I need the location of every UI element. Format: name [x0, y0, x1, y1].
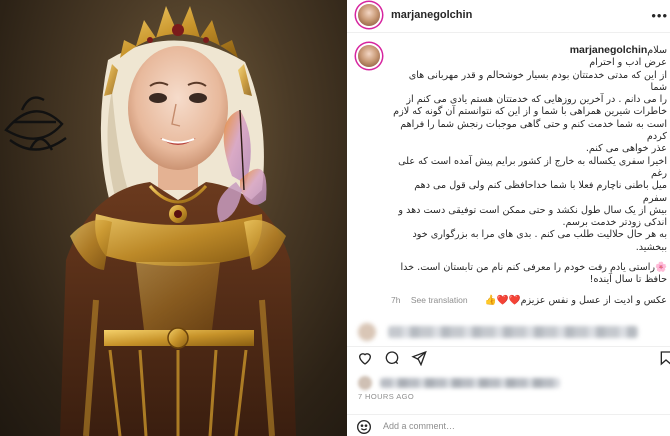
caption-line: اندکی زودتر خدمت برسم. — [562, 217, 667, 229]
action-bar — [347, 346, 670, 368]
post-image[interactable] — [0, 0, 347, 436]
caption-line: اخیرا سفری یکساله به خارج از کشور برایم … — [398, 155, 667, 179]
blurred-liker-avatar — [358, 376, 372, 390]
caption-meta: 7h See translation — [391, 295, 476, 305]
caption-line: بیش از یک سال طول نکشد و حتی ممکن است تو… — [398, 204, 667, 216]
caption-line: 🌸راستی یادم رفت خودم را معرفی کنم نام من… — [400, 262, 667, 274]
caption-avatar[interactable] — [358, 45, 380, 67]
caption-text: سلامmarjanegolchin عرض ادب و احترام از این… — [391, 44, 667, 307]
see-translation-link[interactable]: See translation — [411, 295, 468, 305]
post-panel: marjanegolchin ••• سلامmarjanegolchin عرض… — [347, 0, 670, 436]
caption-line: خاطرات شیرین همراهی با شما و از این که ن… — [393, 106, 667, 118]
post-timestamp: 7 HOURS AGO — [358, 392, 415, 401]
caption-line: میل باطنی ناچارم فعلا با شما خداحافظی کن… — [414, 180, 667, 204]
comment-input[interactable] — [383, 418, 653, 434]
share-icon[interactable] — [411, 350, 427, 366]
caption-time: 7h — [391, 295, 401, 305]
blurred-comment-text — [388, 326, 638, 338]
caption-username[interactable]: marjanegolchin — [570, 44, 648, 56]
bookmark-icon[interactable] — [658, 350, 670, 366]
comment-bar — [347, 414, 670, 436]
portrait-illustration — [4, 6, 296, 436]
caption-line: عرض ادب و احترام — [589, 57, 667, 69]
caption-line: به هر حال حلالیت طلب می کنم . بدی های مر… — [412, 229, 668, 253]
post-header: marjanegolchin ••• — [347, 0, 670, 33]
more-options-icon[interactable]: ••• — [651, 8, 668, 23]
blurred-likes — [358, 376, 658, 390]
comment-icon[interactable] — [384, 350, 400, 366]
author-username[interactable]: marjanegolchin — [391, 9, 472, 21]
caption-line: حافظ تا سال آینده! — [589, 274, 667, 286]
emoji-icon[interactable] — [356, 419, 372, 435]
caption-line: است به شما خدمت کنم و حتی گاهی موجبات رن… — [400, 118, 667, 143]
caption-line: از این که مدتی خدمتتان بودم بسیار خوشحال… — [408, 69, 667, 93]
author-avatar[interactable] — [358, 4, 380, 26]
caption-line: عذر خواهی می کنم. — [585, 143, 667, 155]
caption-line: را می دانم . در آخرین روزهایی که خدمتتان… — [406, 94, 667, 106]
heart-icon[interactable] — [357, 350, 373, 366]
blurred-comment — [358, 323, 658, 341]
blurred-likes-text — [380, 378, 560, 388]
blurred-avatar — [358, 323, 376, 341]
caption-line: سلامmarjanegolchin — [569, 44, 667, 56]
